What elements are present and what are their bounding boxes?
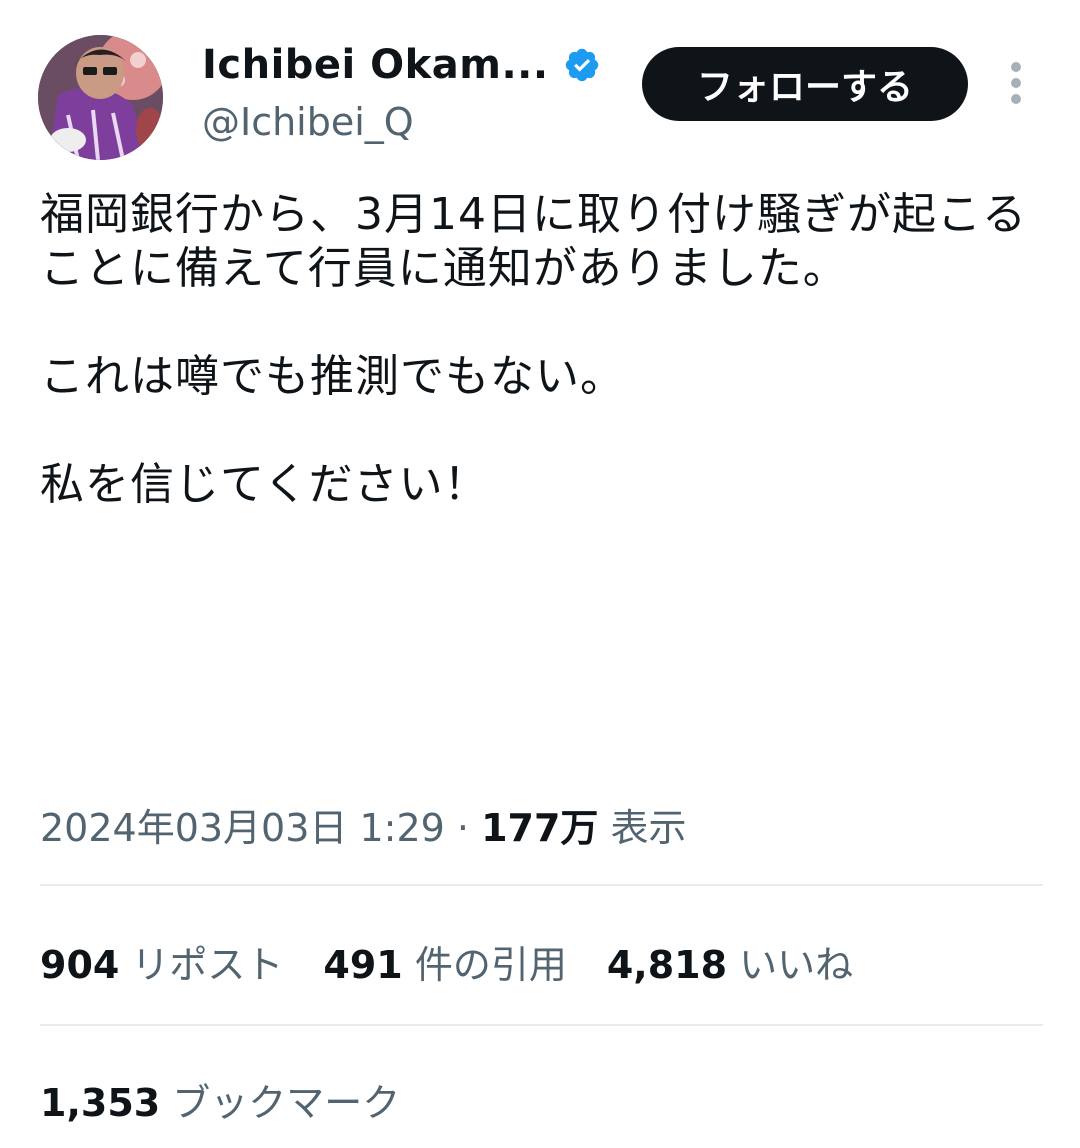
bookmarks-count: 1,353 <box>40 1081 161 1125</box>
avatar[interactable] <box>38 35 163 160</box>
reposts-label: リポスト <box>119 943 284 987</box>
tweet-meta: 2024年03月03日 1:29 · 177万 表示 <box>40 797 687 852</box>
quotes-label: 件の引用 <box>402 943 567 987</box>
reposts-count: 904 <box>40 943 120 987</box>
divider <box>40 1024 1043 1026</box>
author-handle[interactable]: @Ichibei_Q <box>202 100 414 144</box>
tweet-timestamp[interactable]: 2024年03月03日 1:29 <box>40 806 445 850</box>
views-count: 177万 <box>481 806 599 850</box>
likes-count: 4,818 <box>606 943 728 987</box>
author-name[interactable]: Ichibei Okam... <box>202 42 549 88</box>
likes-label: いいね <box>727 943 854 987</box>
tweet-text: 福岡銀行から、3月14日に取り付け騒ぎが起こることに備えて行員に通知がありました… <box>40 189 1027 510</box>
reposts-stat[interactable]: 904 リポスト <box>40 934 283 989</box>
verified-badge-icon <box>565 48 598 82</box>
more-options-icon[interactable] <box>1004 62 1028 106</box>
bookmarks-stat[interactable]: 1,353 ブックマーク <box>40 1072 400 1127</box>
quotes-count: 491 <box>323 943 403 987</box>
meta-separator: · <box>444 806 482 850</box>
divider <box>40 884 1043 886</box>
views-label: 表示 <box>598 806 687 850</box>
author-name-row[interactable]: Ichibei Okam... <box>202 42 601 88</box>
avatar-image <box>38 35 163 160</box>
follow-button[interactable]: フォローする <box>642 47 968 121</box>
quotes-stat[interactable]: 491 件の引用 <box>323 934 566 989</box>
likes-stat[interactable]: 4,818 いいね <box>607 934 853 989</box>
engagement-stats: 904 リポスト 491 件の引用 4,818 いいね <box>40 934 893 989</box>
bookmarks-label: ブックマーク <box>160 1081 401 1125</box>
